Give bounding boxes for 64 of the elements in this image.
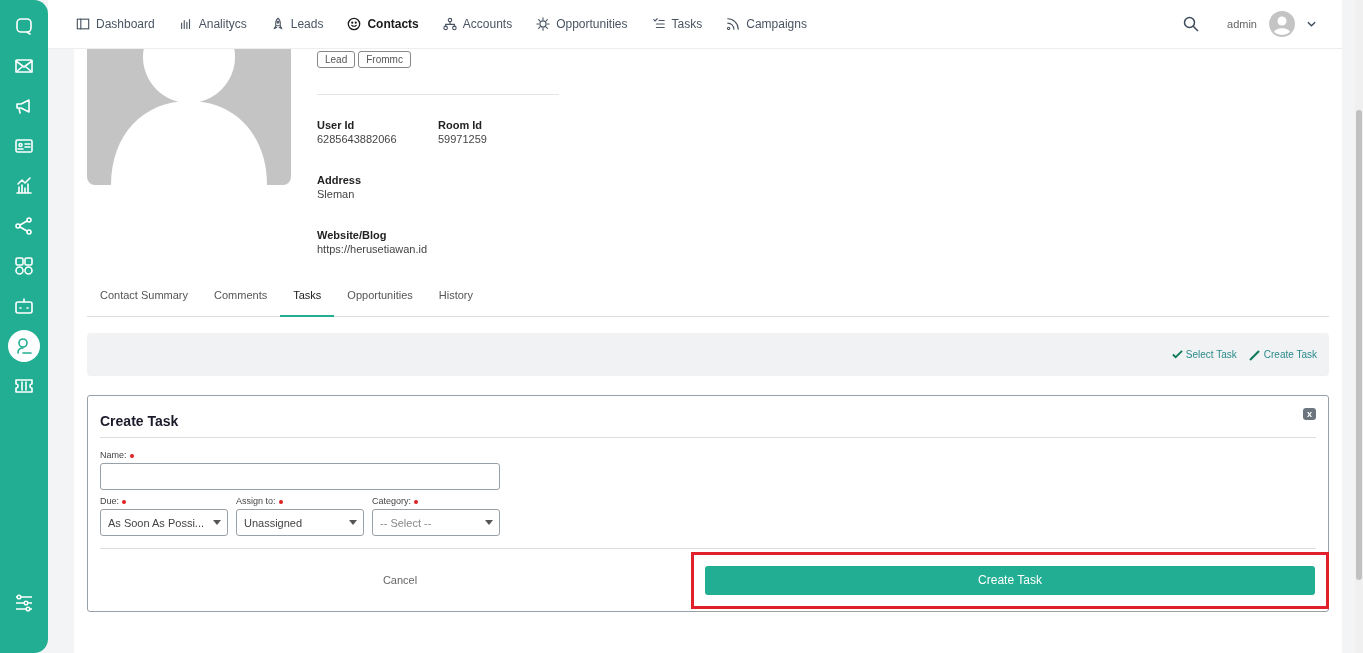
tag-label: Lead — [317, 51, 356, 68]
field-label: Assign to: — [236, 496, 364, 506]
field-label: Name: — [100, 450, 1316, 460]
chat-bubble-icon — [14, 16, 34, 36]
field-label: Address — [317, 174, 363, 186]
action-link[interactable]: Create Task — [1248, 348, 1317, 361]
field-label: User Id — [317, 119, 356, 131]
hierarchy-icon — [442, 17, 457, 31]
caret-down-icon — [213, 520, 221, 525]
nav-link[interactable]: Campaigns — [726, 17, 807, 31]
nav-link[interactable]: Opportunities — [536, 17, 628, 31]
search-icon[interactable] — [1183, 16, 1200, 32]
tab[interactable]: Comments — [201, 281, 281, 317]
checklist-icon — [651, 17, 666, 31]
checkmark-icon — [1171, 349, 1183, 360]
field-value: https://herusetiawan.id — [317, 243, 429, 255]
name-input[interactable] — [100, 463, 500, 490]
ticket-icon — [14, 376, 34, 396]
tag-label: Frommc — [358, 51, 411, 68]
field-label: Website/Blog — [317, 229, 388, 241]
select-dropdown[interactable]: Unassigned — [236, 509, 364, 536]
share-icon — [14, 216, 34, 236]
chevron-down-icon[interactable] — [1307, 21, 1316, 27]
caret-down-icon — [349, 520, 357, 525]
sun-icon — [536, 17, 551, 31]
tab[interactable]: Tasks — [280, 281, 335, 317]
smiley-icon — [347, 17, 362, 31]
select-dropdown[interactable]: As Soon As Possi... — [100, 509, 228, 536]
id-card-icon — [14, 136, 34, 156]
field-value: 59971259 — [438, 133, 488, 145]
bar-chart-icon — [178, 17, 193, 31]
scrollbar[interactable] — [1355, 0, 1363, 653]
caret-down-icon — [485, 520, 493, 525]
nav-link[interactable]: Contacts — [347, 17, 419, 31]
user-name: admin — [1227, 18, 1257, 30]
select-dropdown[interactable]: -- Select -- — [372, 509, 500, 536]
field-label: Due: — [100, 496, 228, 506]
settings-icon[interactable] — [14, 593, 34, 613]
person-icon — [14, 336, 34, 356]
bar-chart-icon — [14, 176, 34, 196]
mail-icon — [14, 56, 34, 76]
grid-icon — [14, 256, 34, 276]
tab[interactable]: Opportunities — [334, 281, 426, 317]
nav-link[interactable]: Accounts — [442, 17, 513, 31]
cancel-link[interactable]: Cancel — [100, 574, 700, 586]
close-button[interactable]: x — [1303, 408, 1316, 420]
robot-icon — [14, 296, 34, 316]
layout-icon — [76, 17, 90, 31]
nav-link[interactable]: Analitycs — [178, 17, 247, 31]
pencil-icon — [1248, 348, 1261, 361]
action-link[interactable]: Select Task — [1171, 349, 1237, 360]
field-value: 6285643882066 — [317, 133, 398, 145]
field-label: Room Id — [438, 119, 483, 131]
panel-title: Create Task — [100, 413, 179, 429]
rss-icon — [726, 17, 741, 31]
avatar-icon[interactable] — [1269, 11, 1295, 37]
nav-link[interactable]: Leads — [270, 17, 324, 31]
field-label: Category: — [372, 496, 500, 506]
nav-link[interactable]: Dashboard — [76, 17, 155, 31]
field-value: Sleman — [317, 188, 356, 200]
tab[interactable]: Contact Summary — [87, 281, 202, 317]
tab[interactable]: History — [425, 281, 486, 317]
sidebar-item[interactable] — [8, 330, 40, 362]
nav-link[interactable]: Tasks — [651, 17, 703, 31]
